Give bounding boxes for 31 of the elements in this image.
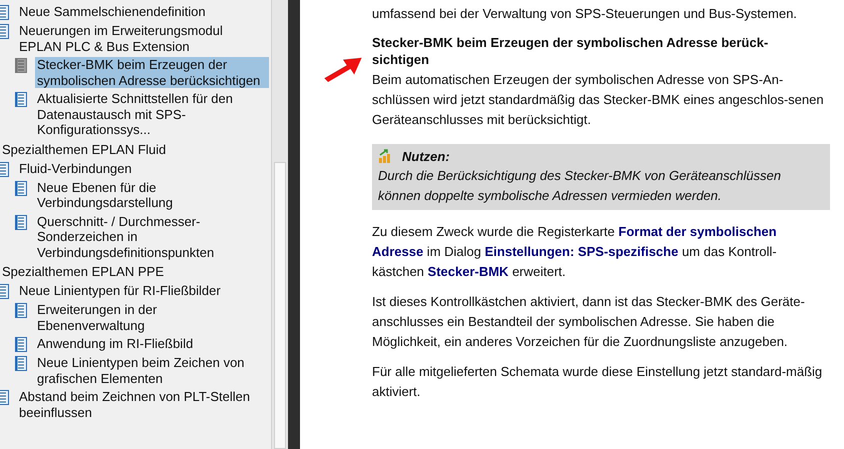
tree-item[interactable]: Neuerungen im Erweiterungsmodul EPLAN PLC & Bus Extension [17,23,269,54]
tree-heading[interactable]: Spezialthemen EPLAN Fluid [0,140,271,160]
paragraph: Zu diesem Zweck wurde die Registerkarte Format der symbolischen Adresse im Dialog Einstellungen: SPS-spezifische um das Kontroll-kästchen Stecker-BMK erweitert. [372,223,778,281]
tree-item[interactable]: Stecker-BMK beim Erzeugen der symbolischen Adresse berücksichtigen [35,57,269,88]
tree-item[interactable]: Neue Linientypen für RI-Fließbilder [17,283,269,298]
document-icon [15,92,27,107]
paragraph: Beim automatischen Erzeugen der symbolischen Adresse von SPS-An-schlüssen wird jetzt standardmäßig das Stecker-BMK eines angeschlos-senen Geräteanschlusses mit berücksichtigt. [372,71,824,129]
tree-item[interactable]: Abstand beim Zeichnen von PLT-Stellen beeinflussen [17,389,269,420]
tree-item[interactable]: Aktualisierte Schnittstellen für den Datenaustausch mit SPS-Konfigurationssys... [35,91,269,138]
note-text: Durch die Berücksichtigung des Stecker-BMK von Geräteanschlüssen können doppelte symbolische Adressen vermieden werden. [378,167,782,205]
document-icon [15,303,27,318]
note-title: Nutzen: [402,148,450,164]
document-icon [15,337,27,352]
tree-item[interactable]: Erweiterungen in der Ebenenverwaltung [35,302,269,333]
tree-heading[interactable]: Spezialthemen EPLAN PPE [0,262,271,282]
tree-item[interactable]: Neue Sammelschienendefinition [17,4,269,20]
paragraph: umfassend bei der Verwaltung von SPS-Steuerungen und Bus-Systemen. [372,5,798,23]
paragraph: Ist dieses Kontrollkästchen aktiviert, dann ist das Stecker-BMK des Geräte-anschlusses ein Bestandteil der symbolischen Adresse. Sie haben die Möglichkeit, ein anderes Vorzeichen für die Zuordnungsliste anzugeben. [372,293,806,351]
document-icon [15,58,27,73]
tree-item[interactable]: Anwendung im RI-Fließbild [35,336,269,352]
scrollbar[interactable] [271,0,288,449]
tree-item[interactable]: Neue Ebenen für die Verbindungsdarstellung [35,180,269,210]
tree-item[interactable]: Neue Linientypen beim Zeichen von grafischen Elementen [35,355,269,386]
splitter[interactable] [288,0,300,449]
tree-item[interactable]: Querschnitt- / Durchmesser-Sonderzeichen in Verbindungsdefinitionspunkten [35,214,269,260]
document-icon [15,180,27,196]
section-heading: Stecker-BMK beim Erzeugen der symbolischen Adresse berück-sichtigen [372,34,770,68]
document-icon [15,356,27,371]
tree-item[interactable]: Fluid-Verbindungen [17,160,269,176]
document-icon [15,214,27,230]
paragraph: Für alle mitgelieferten Schemata wurde diese Einstellung jetzt standard-mäßig aktiviert. [372,363,824,401]
